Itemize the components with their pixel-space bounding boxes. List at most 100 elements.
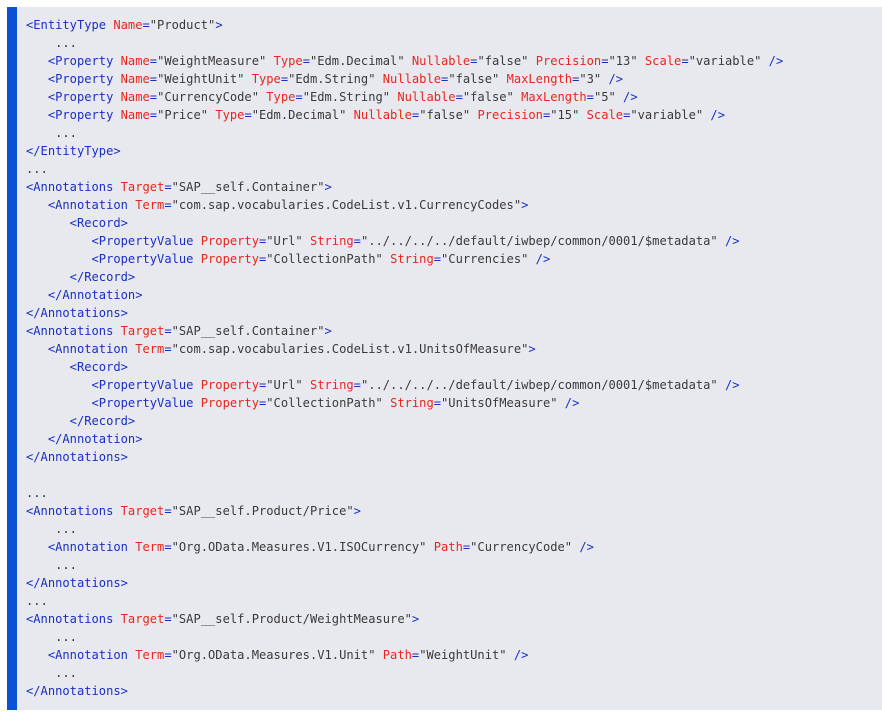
code-token-attr: Property — [200, 234, 259, 248]
code-token-tag: /> — [717, 378, 740, 392]
code-token-attr: String — [309, 234, 354, 248]
code-token-tag — [638, 54, 645, 68]
code-token-tag: > — [324, 324, 332, 338]
code-token-tag: = — [586, 90, 594, 104]
code-line: <Annotations Target="SAP__self.Product/W… — [26, 610, 882, 628]
code-token-val: "SAP__self.Product/Price" — [171, 504, 354, 518]
code-token-attr: Type — [273, 54, 303, 68]
code-token-tag: <Annotation — [26, 342, 136, 356]
code-token-val: "Edm.Decimal" — [251, 108, 347, 122]
code-line: ... — [26, 556, 882, 574]
code-token-tag: <Property — [26, 72, 121, 86]
code-token-txt: ... — [26, 162, 48, 176]
code-token-attr: Scale — [644, 54, 682, 68]
code-token-tag — [376, 72, 383, 86]
code-token-tag: = — [164, 180, 172, 194]
code-token-val: "CollectionPath" — [266, 396, 383, 410]
code-token-val: "Product" — [149, 18, 216, 32]
code-line: <Property Name="CurrencyCode" Type="Edm.… — [26, 88, 882, 106]
code-line: <Property Name="WeightMeasure" Type="Edm… — [26, 52, 882, 70]
code-token-val: "WeightUnit" — [419, 648, 507, 662]
code-token-tag: </Annotations> — [26, 306, 128, 320]
code-token-attr: Precision — [535, 54, 602, 68]
code-token-tag: = — [164, 540, 172, 554]
code-token-attr: Name — [113, 18, 143, 32]
code-token-val: "UnitsOfMeasure" — [441, 396, 558, 410]
code-token-val: "SAP__self.Container" — [171, 324, 325, 338]
code-token-attr: Target — [120, 180, 165, 194]
code-token-tag: </Record> — [26, 414, 136, 428]
code-token-attr: String — [309, 378, 354, 392]
code-token-tag: /> — [761, 54, 784, 68]
code-token-tag: = — [681, 54, 689, 68]
code-token-attr: Name — [120, 90, 150, 104]
code-token-val: "variable" — [688, 54, 762, 68]
code-token-attr: Scale — [586, 108, 624, 122]
code-token-val: "Edm.String" — [302, 90, 391, 104]
code-token-tag: <Annotation — [26, 198, 136, 212]
code-token-val: "Url" — [266, 378, 303, 392]
code-token-val: "WeightMeasure" — [157, 54, 267, 68]
code-token-tag: <PropertyValue — [26, 234, 201, 248]
code-token-attr: Property — [200, 396, 259, 410]
code-token-tag: <Property — [26, 54, 121, 68]
code-token-val: "CurrencyCode" — [157, 90, 259, 104]
code-token-val: "variable" — [630, 108, 704, 122]
code-token-attr: Name — [120, 72, 150, 86]
code-line: <PropertyValue Property = "CollectionPath"… — [26, 394, 882, 412]
code-token-tag: = — [164, 648, 172, 662]
code-token-attr: Term — [135, 540, 165, 554]
code-line: ... — [26, 664, 882, 682]
code-token-tag: = — [295, 90, 303, 104]
code-token-tag: <Record> — [26, 360, 128, 374]
code-token-tag: = — [164, 198, 172, 212]
code-line: <Property Name="WeightUnit" Type="Edm.St… — [26, 70, 882, 88]
code-line: <Property Name="Price" Type="Edm.Decimal… — [26, 106, 882, 124]
code-token-tag — [303, 378, 310, 392]
code-token-tag: <Record> — [26, 216, 128, 230]
code-token-val: "com.sap.vocabularies.CodeList.v1.Curren… — [171, 198, 522, 212]
code-token-tag: = — [244, 108, 252, 122]
code-token-val: "13" — [608, 54, 638, 68]
code-token-tag — [266, 54, 273, 68]
code-token-attr: String — [390, 252, 434, 266]
code-token-tag — [383, 252, 390, 266]
code-token-tag: > — [411, 612, 420, 626]
code-token-tag: /> — [557, 396, 580, 410]
code-token-tag: > — [324, 180, 332, 194]
code-token-tag — [499, 72, 506, 86]
code-token-tag: <PropertyValue — [26, 378, 201, 392]
code-token-tag: = — [353, 234, 361, 248]
code-token-tag: </EntityType> — [26, 144, 121, 158]
code-token-txt: ... — [26, 522, 77, 536]
code-line: <Annotation Term="Org.OData.Measures.V1.… — [26, 538, 882, 556]
code-token-val: "15" — [550, 108, 580, 122]
code-token-tag: > — [528, 342, 536, 356]
code-token-tag: </Annotations> — [26, 576, 128, 590]
code-token-attr: Term — [135, 342, 165, 356]
code-line: ... — [26, 34, 882, 52]
code-token-attr: Target — [120, 324, 165, 338]
code-token-val: "SAP__self.Container" — [171, 180, 325, 194]
code-line: <Annotation Term="Org.OData.Measures.V1.… — [26, 646, 882, 664]
code-line: </EntityType> — [26, 142, 882, 160]
code-token-attr: Target — [120, 504, 165, 518]
code-token-val: "Edm.Decimal" — [309, 54, 405, 68]
code-token-val: "3" — [579, 72, 602, 86]
code-token-val: "false" — [477, 54, 529, 68]
code-token-attr: Nullable — [353, 108, 412, 122]
code-line: ... — [26, 160, 882, 178]
code-token-val: "Currencies" — [441, 252, 529, 266]
code-token-attr: Property — [200, 378, 259, 392]
code-token-val: "Org.OData.Measures.V1.Unit" — [171, 648, 376, 662]
code-token-tag: /> — [528, 252, 551, 266]
code-token-attr: Nullable — [382, 72, 442, 86]
code-token-tag: = — [601, 54, 609, 68]
code-line: </Annotation> — [26, 286, 882, 304]
code-token-val: "5" — [593, 90, 616, 104]
code-token-tag: /> — [601, 72, 624, 86]
xml-code-listing: <EntityType Name="Product"> ... <Propert… — [17, 7, 882, 700]
code-token-tag: = — [149, 54, 158, 68]
code-token-txt: ... — [26, 36, 77, 50]
code-token-val: "false" — [448, 72, 500, 86]
